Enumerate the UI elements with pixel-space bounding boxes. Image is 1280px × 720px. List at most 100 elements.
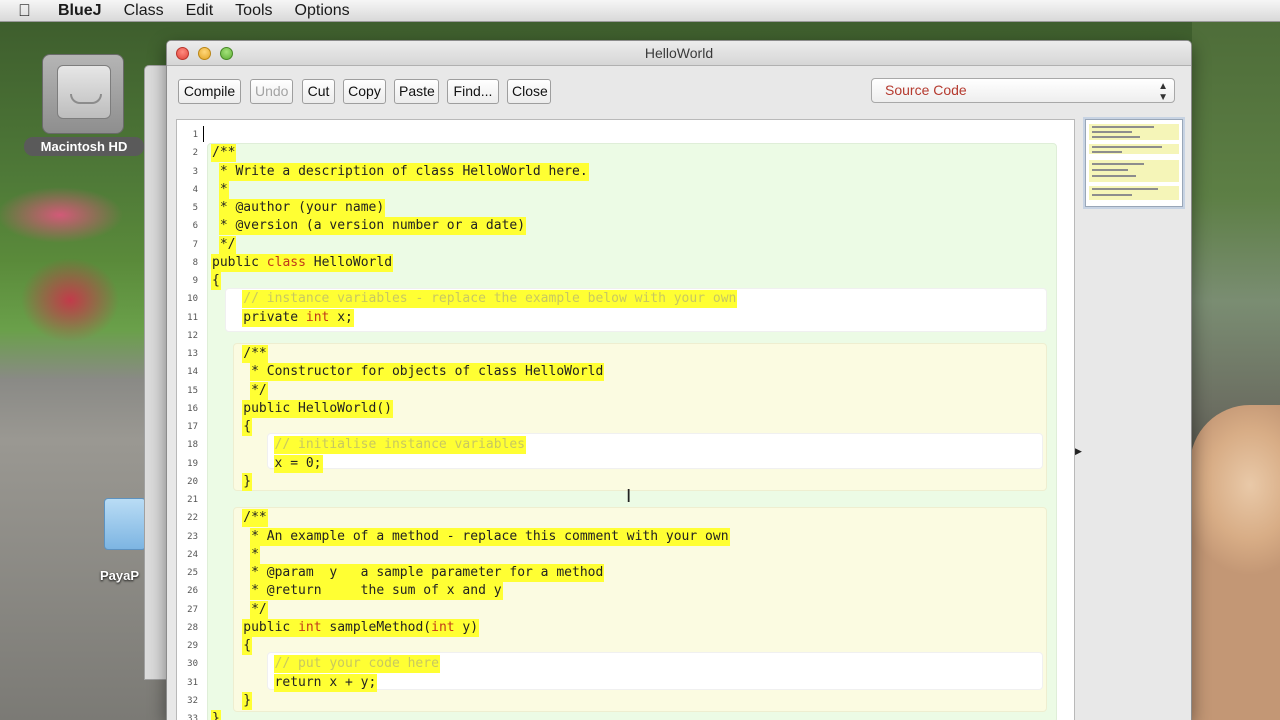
code-text: *	[218, 180, 229, 199]
close-button[interactable]: Close	[507, 79, 551, 104]
undo-button[interactable]: Undo	[250, 79, 293, 104]
menu-app-name[interactable]: BlueJ	[58, 2, 102, 20]
code-line: 9{	[177, 272, 1074, 290]
caret	[203, 126, 204, 142]
line-number: 1	[192, 130, 198, 140]
code-text: */	[250, 381, 268, 400]
code-text: }	[242, 691, 253, 710]
line-number: 26	[187, 586, 198, 597]
code-text: * @version (a version number or a date)	[218, 217, 527, 236]
line-number: 3	[192, 166, 198, 177]
code-line: 33}	[177, 710, 1074, 720]
code-line: 3 * Write a description of class HelloWor…	[177, 162, 1074, 181]
find-button[interactable]: Find...	[447, 79, 499, 104]
code-text: *	[250, 545, 260, 564]
code-text: {	[242, 418, 253, 436]
code-editor[interactable]: 1 2/** 3 * Write a description of class Hel…	[176, 119, 1075, 720]
code-line: 16 public HelloWorld()	[177, 399, 1074, 418]
up-down-arrows-icon: ▲ ▼	[1158, 81, 1168, 103]
menu-class[interactable]: Class	[124, 2, 164, 20]
line-number: 19	[187, 458, 198, 469]
menu-bar:  BlueJ Class Edit Tools Options	[0, 0, 1280, 22]
title-bar[interactable]: HelloWorld	[167, 41, 1191, 66]
code-line: 15 */	[177, 381, 1074, 400]
line-number: 17	[187, 422, 198, 432]
view-select-dropdown[interactable]: Source Code ▲ ▼	[871, 78, 1175, 103]
code-line: 18 // initialise instance variables	[177, 436, 1074, 455]
menu-options[interactable]: Options	[295, 2, 350, 20]
line-number: 9	[192, 276, 198, 286]
compile-button[interactable]: Compile	[178, 79, 241, 104]
folder-label[interactable]: PayaP	[100, 568, 139, 583]
folder-icon[interactable]	[104, 498, 146, 550]
code-line: 31 return x + y;	[177, 673, 1074, 692]
overview-line	[1092, 169, 1128, 171]
overview-line	[1092, 126, 1154, 128]
window-title: HelloWorld	[644, 45, 714, 61]
line-number: 25	[187, 568, 198, 578]
overview-line	[1092, 175, 1136, 177]
line-number: 7	[192, 239, 198, 250]
line-number: 30	[187, 659, 198, 670]
line-number: 21	[187, 495, 198, 505]
line-number: 11	[187, 312, 198, 323]
code-overview-thumbnail[interactable]	[1085, 119, 1183, 207]
code-text: * An example of a method - replace this …	[250, 527, 730, 546]
code-line: 11 private int x;	[177, 308, 1074, 327]
divider-arrow-icon[interactable]: ▶	[1075, 446, 1082, 457]
code-line: 12	[177, 327, 1074, 345]
hard-drive-label[interactable]: Macintosh HD	[24, 137, 144, 156]
code-text: {	[211, 272, 221, 290]
line-number: 20	[187, 476, 198, 487]
code-text: * @param y a sample parameter for a meth…	[250, 564, 605, 582]
line-number: 23	[187, 531, 198, 542]
code-keyword: int	[298, 619, 322, 635]
copy-button[interactable]: Copy	[343, 79, 386, 104]
code-line: 4 *	[177, 180, 1074, 199]
code-line: 28 public int sampleMethod(int y)	[177, 618, 1074, 637]
hard-drive-disk-shape	[57, 65, 111, 119]
code-comment: // instance variables - replace the exam…	[242, 290, 738, 309]
line-number: 29	[187, 641, 198, 651]
line-number: 27	[187, 604, 198, 615]
line-number: 4	[192, 184, 198, 195]
line-number: 33	[187, 714, 198, 720]
code-line: 7 */	[177, 235, 1074, 254]
code-line: 14 * Constructor for objects of class Hel…	[177, 363, 1074, 382]
hard-drive-icon[interactable]	[42, 54, 124, 134]
code-line: 22 /**	[177, 509, 1074, 528]
overview-line	[1092, 163, 1144, 165]
code-text: }	[211, 710, 221, 720]
line-number: 14	[187, 367, 198, 378]
code-text: {	[242, 637, 253, 655]
code-line: 24 *	[177, 545, 1074, 564]
paste-button[interactable]: Paste	[394, 79, 439, 104]
code-text: * Write a description of class HelloWorl…	[218, 162, 589, 181]
cut-button[interactable]: Cut	[302, 79, 335, 104]
code-line: 2 /**	[177, 144, 1074, 163]
code-keyword: int	[305, 309, 330, 325]
code-text: */	[250, 600, 268, 619]
line-number: 32	[187, 695, 198, 706]
menu-tools[interactable]: Tools	[235, 2, 272, 20]
code-text: /**	[211, 144, 237, 163]
menu-edit[interactable]: Edit	[186, 2, 214, 20]
code-line: 26 * @return the sum of x and y	[177, 582, 1074, 601]
line-number: 12	[187, 330, 198, 341]
code-text: * Constructor for objects of class Hello…	[250, 363, 605, 382]
desktop-photo-person	[1190, 405, 1280, 720]
code-comment: // initialise instance variables	[273, 436, 526, 455]
line-number: 13	[187, 349, 198, 359]
code-text: public int sampleMethod(int y)	[242, 618, 480, 637]
overview-line	[1092, 151, 1122, 153]
apple-icon[interactable]: 	[18, 1, 40, 21]
code-line: 32}	[177, 691, 1074, 710]
code-line: 1	[177, 126, 1074, 144]
overview-line	[1092, 194, 1132, 196]
code-line: 8 public class HelloWorld	[177, 253, 1074, 272]
overview-line	[1092, 131, 1132, 133]
line-number: 16	[187, 403, 198, 414]
overview-panel-background	[1085, 209, 1183, 720]
line-number: 22	[187, 513, 198, 524]
code-line: 29 {	[177, 637, 1074, 655]
